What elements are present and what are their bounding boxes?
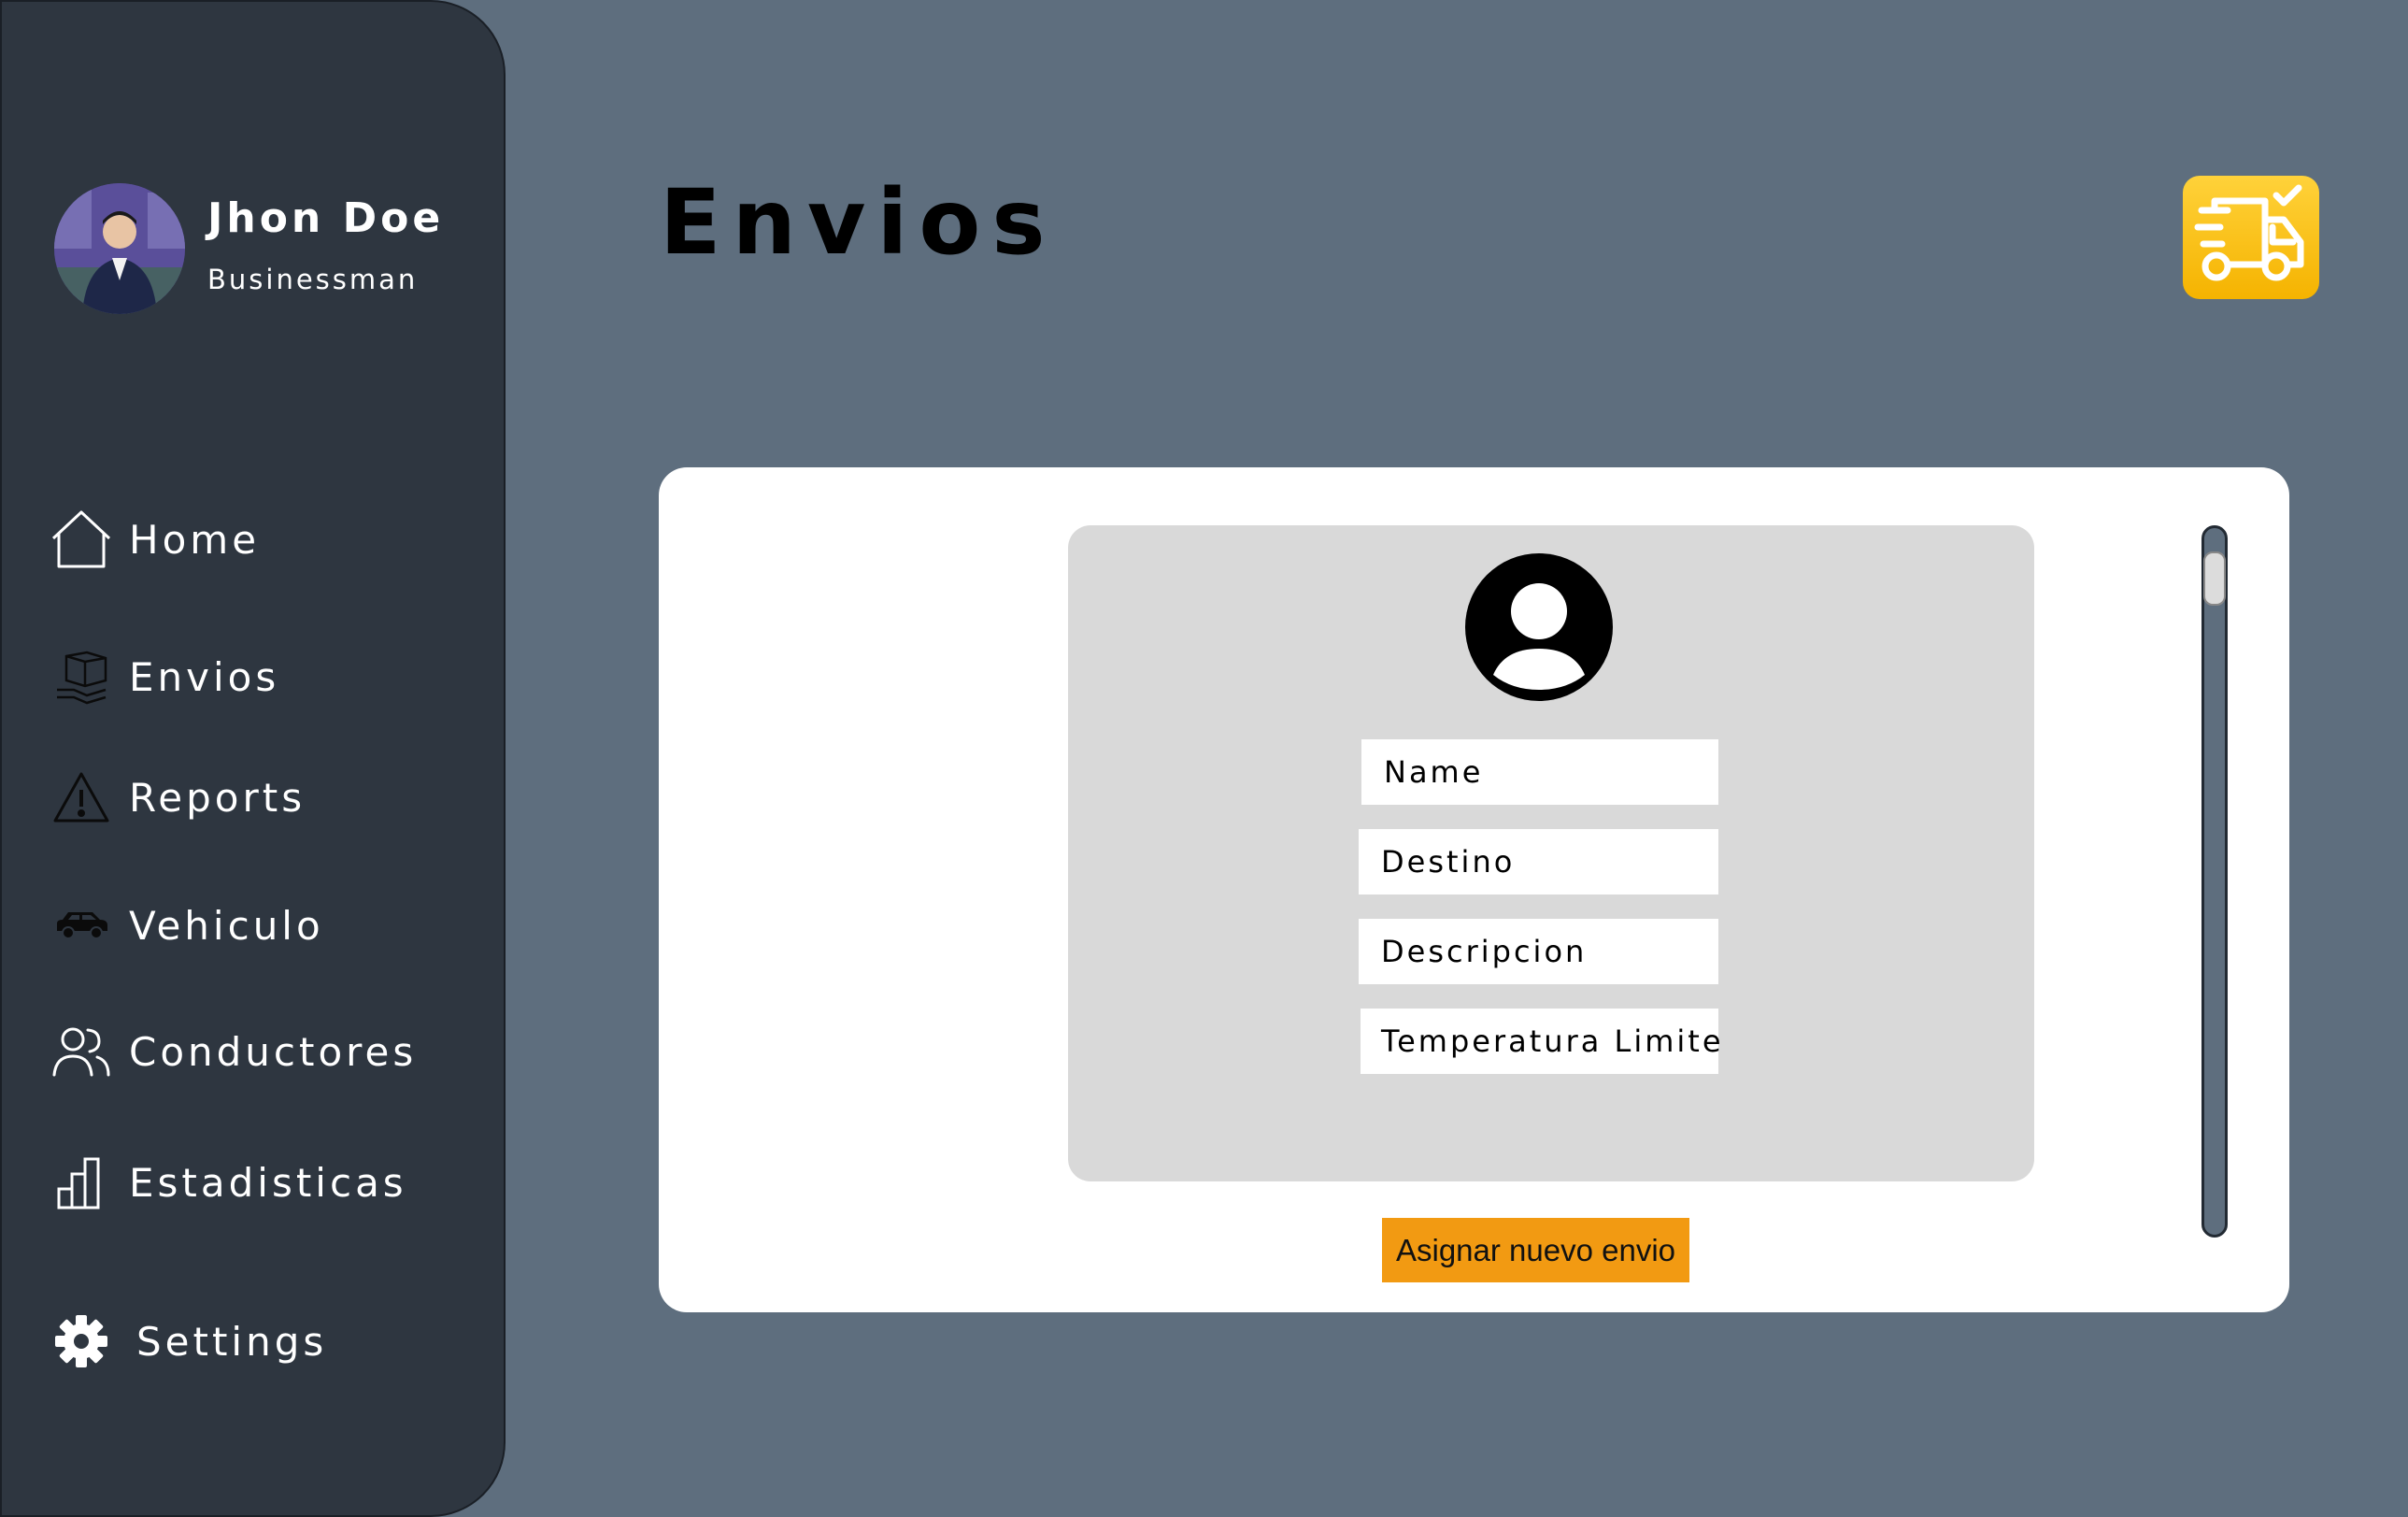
home-icon <box>47 505 116 574</box>
warning-icon <box>47 763 116 832</box>
assign-shipment-button[interactable]: Asignar nuevo envio <box>1382 1218 1689 1282</box>
temperatura-limite-field[interactable]: Temperatura Limite <box>1361 1009 1721 1074</box>
sidebar-item-label: Conductores <box>129 1028 418 1075</box>
name-field[interactable]: Name <box>1361 739 1718 805</box>
sidebar-item-conductores[interactable]: Conductores <box>47 1014 417 1089</box>
scrollbar-thumb[interactable] <box>2203 551 2226 606</box>
sidebar-item-label: Settings <box>136 1318 328 1365</box>
sidebar-item-home[interactable]: Home <box>47 502 260 577</box>
user-name: Jhon Doe <box>207 194 445 242</box>
delivery-truck-icon <box>2183 176 2319 299</box>
sidebar-item-settings[interactable]: Settings <box>47 1304 327 1379</box>
destino-field[interactable]: Destino <box>1359 829 1718 894</box>
scrollbar[interactable] <box>2201 525 2228 1238</box>
user-role: Businessman <box>207 264 419 295</box>
avatar <box>54 183 185 314</box>
sidebar-item-label: Envios <box>129 653 280 700</box>
sidebar-item-envios[interactable]: Envios <box>47 639 279 714</box>
sidebar-item-label: Estadisticas <box>129 1159 407 1206</box>
page-title: Envios <box>660 170 1057 275</box>
car-icon <box>47 891 116 960</box>
sidebar-item-label: Home <box>129 516 261 563</box>
sidebar-item-vehiculo[interactable]: Vehiculo <box>47 888 324 963</box>
bar-chart-icon <box>47 1148 116 1217</box>
sidebar-item-reports[interactable]: Reports <box>47 760 306 835</box>
descripcion-field[interactable]: Descripcion <box>1359 919 1718 984</box>
gear-icon <box>47 1307 116 1376</box>
user-circle-icon <box>1465 553 1613 701</box>
sidebar-item-label: Reports <box>129 774 306 821</box>
sidebar-item-estadisticas[interactable]: Estadisticas <box>47 1145 407 1220</box>
package-icon <box>47 642 116 711</box>
sidebar-item-label: Vehiculo <box>129 902 324 949</box>
users-icon <box>47 1017 116 1086</box>
